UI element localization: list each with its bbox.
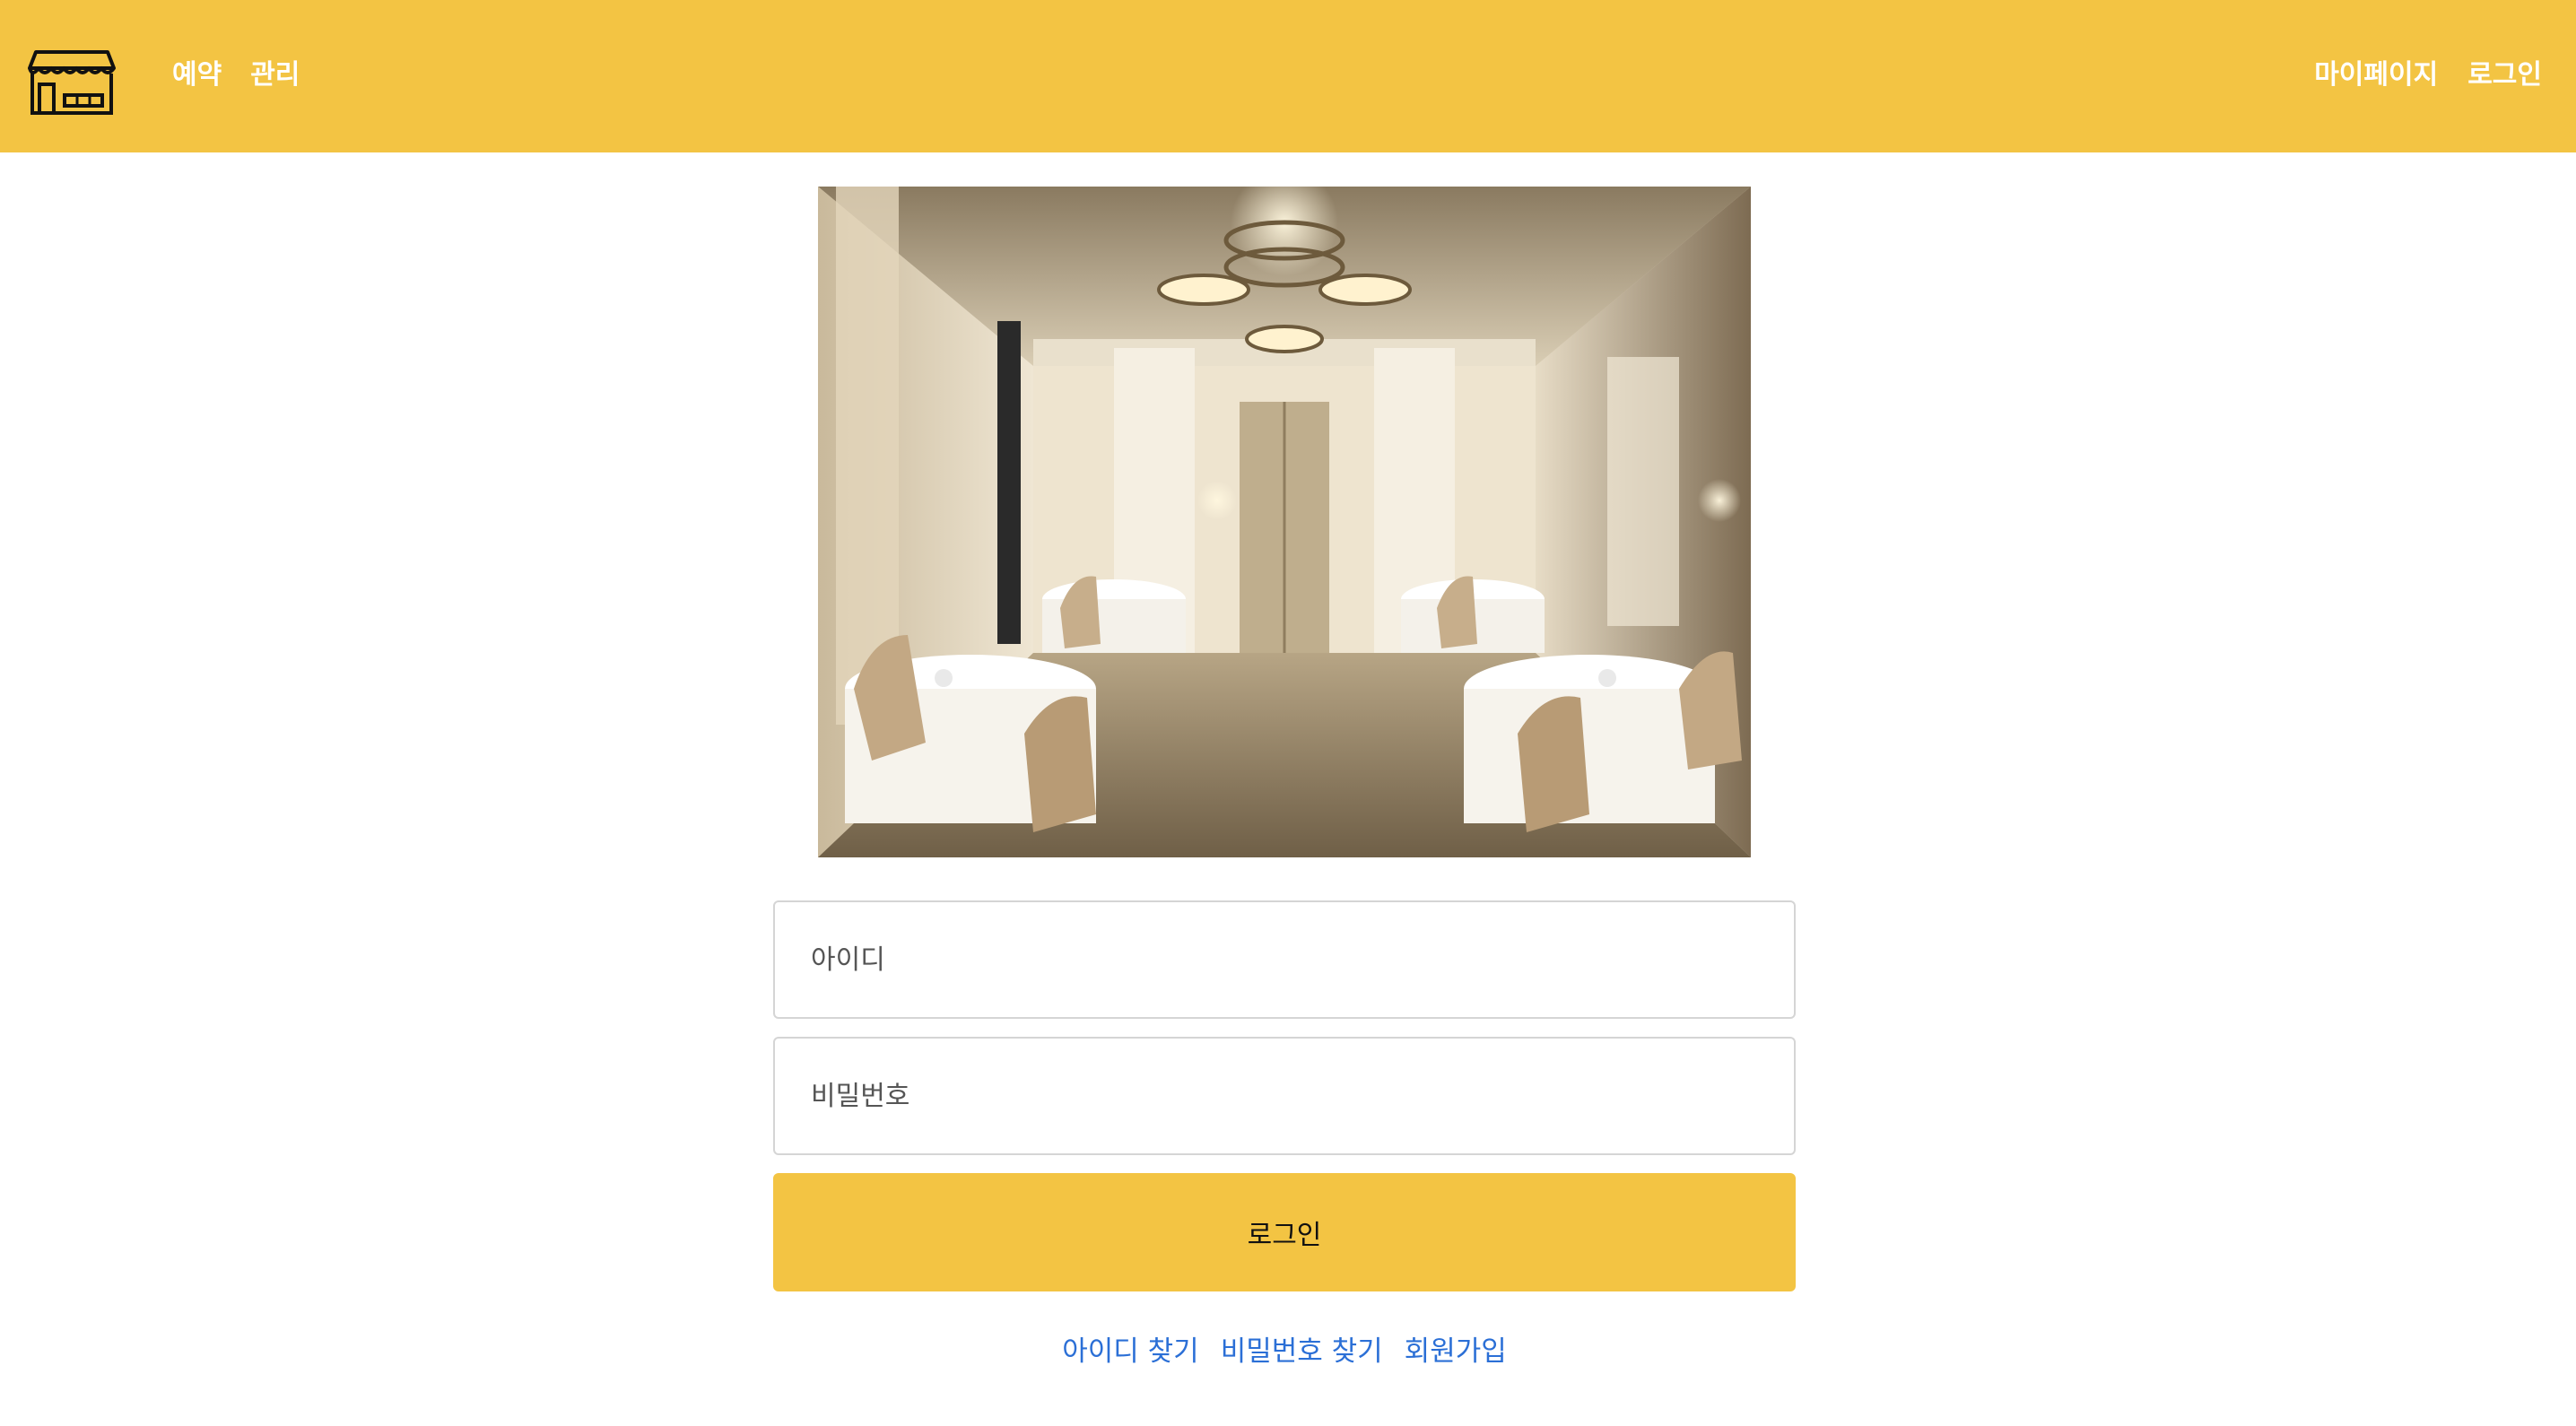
nav-login[interactable]: 로그인 [2467,54,2542,97]
nav-manage[interactable]: 관리 [250,54,300,97]
signup-link[interactable]: 회원가입 [1405,1328,1507,1369]
password-input[interactable] [773,1037,1796,1155]
user-nav: 마이페이지 로그인 [2284,54,2542,97]
main-nav: 예약 관리 [172,54,328,97]
find-password-link[interactable]: 비밀번호 찾기 [1221,1328,1383,1369]
restaurant-photo [818,187,1751,857]
storefront-icon[interactable] [27,48,117,117]
username-input[interactable] [773,900,1796,1019]
nav-mypage[interactable]: 마이페이지 [2314,54,2438,97]
find-id-link[interactable]: 아이디 찾기 [1062,1328,1198,1369]
login-button[interactable]: 로그인 [773,1173,1796,1291]
account-links: 아이디 찾기 비밀번호 찾기 회원가입 [773,1327,1796,1369]
nav-reservation[interactable]: 예약 [172,54,222,97]
top-navbar: 예약 관리 마이페이지 로그인 [0,0,2576,152]
